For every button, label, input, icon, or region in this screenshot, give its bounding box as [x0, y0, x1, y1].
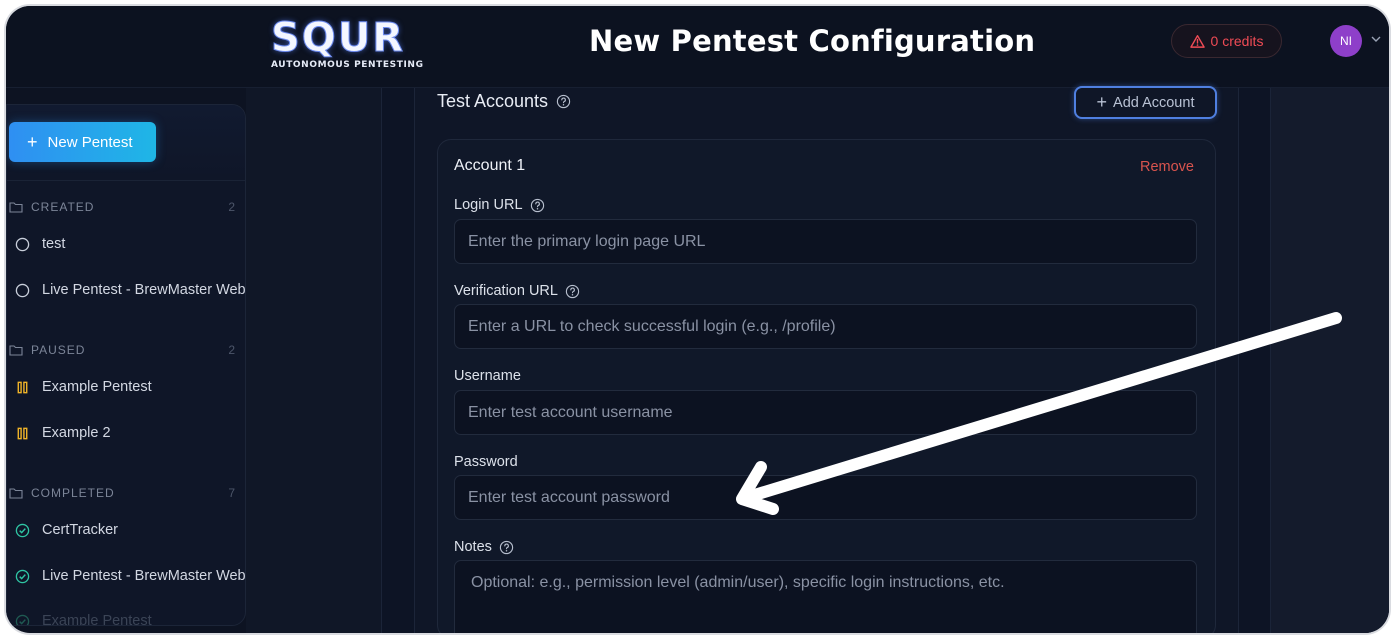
- password-label: Password: [454, 453, 518, 471]
- new-pentest-button[interactable]: + New Pentest: [9, 122, 156, 162]
- pause-icon: [17, 427, 28, 439]
- folder-icon: [9, 202, 23, 213]
- folder-icon: [9, 345, 23, 356]
- group-label: PAUSED: [31, 343, 86, 357]
- credits-badge[interactable]: 0 credits: [1171, 24, 1282, 58]
- sidebar-item-label: Example Pentest: [42, 379, 152, 395]
- chevron-down-icon[interactable]: [1370, 33, 1382, 45]
- group-header-completed[interactable]: COMPLETED 7: [9, 483, 235, 503]
- group-header-paused[interactable]: PAUSED 2: [9, 340, 235, 360]
- sidebar-item-brewmaster-completed[interactable]: Live Pentest - BrewMaster Web: [15, 561, 246, 591]
- add-account-button[interactable]: + Add Account: [1074, 86, 1217, 119]
- account-card: [437, 139, 1216, 633]
- sidebar-item-certtracker[interactable]: CertTracker: [15, 515, 245, 545]
- folder-icon: [9, 488, 23, 499]
- notes-label: Notes: [454, 538, 514, 556]
- user-avatar[interactable]: NI: [1330, 25, 1362, 57]
- help-circle-icon[interactable]: [530, 198, 545, 213]
- group-count: 2: [228, 343, 235, 357]
- field-label-text: Password: [454, 454, 518, 470]
- help-circle-icon[interactable]: [565, 284, 580, 299]
- sidebar-item-brewmaster-created[interactable]: Live Pentest - BrewMaster Web: [15, 275, 246, 305]
- plus-icon: +: [27, 132, 38, 152]
- sidebar-top: + New Pentest: [7, 105, 245, 181]
- field-label-text: Verification URL: [454, 283, 558, 299]
- field-label-text: Login URL: [454, 197, 523, 213]
- top-header: SQUR AUTONOMOUS PENTESTING New Pentest C…: [6, 6, 1389, 88]
- credits-label: 0 credits: [1210, 33, 1264, 49]
- group-header-created[interactable]: CREATED 2: [9, 197, 235, 217]
- circle-icon: [15, 283, 30, 297]
- check-circle-icon: [15, 523, 30, 537]
- remove-account-link[interactable]: Remove: [1140, 159, 1194, 175]
- warning-triangle-icon: [1189, 34, 1205, 48]
- sidebar-item-label: Live Pentest - BrewMaster Web: [42, 282, 246, 298]
- sidebar-item-label: test: [42, 236, 66, 252]
- logo-tagline: AUTONOMOUS PENTESTING: [271, 60, 424, 70]
- notes-textarea[interactable]: [454, 560, 1197, 633]
- help-circle-icon[interactable]: [556, 94, 571, 109]
- group-label: COMPLETED: [31, 486, 115, 500]
- help-circle-icon[interactable]: [499, 540, 514, 555]
- field-label-text: Notes: [454, 539, 492, 555]
- account-title: Account 1: [454, 157, 526, 174]
- sidebar-item-example-2[interactable]: Example 2: [15, 418, 245, 448]
- section-title-label: Test Accounts: [437, 90, 549, 111]
- squr-logo[interactable]: SQUR AUTONOMOUS PENTESTING: [271, 15, 426, 71]
- page-title: New Pentest Configuration: [589, 24, 1036, 58]
- check-circle-icon: [15, 614, 30, 625]
- password-input[interactable]: [454, 475, 1197, 520]
- sidebar-item-label: CertTracker: [42, 522, 118, 538]
- sidebar-item-example-pentest-completed[interactable]: Example Pentest: [15, 606, 245, 626]
- sidebar: + New Pentest CREATED 2 test Live Pentes…: [6, 104, 246, 626]
- verification-url-label: Verification URL: [454, 282, 580, 300]
- pause-icon: [17, 381, 28, 393]
- logo-wordmark: SQUR: [271, 15, 406, 61]
- sidebar-item-label: Example 2: [42, 425, 111, 441]
- plus-icon: +: [1096, 92, 1108, 112]
- sidebar-item-test[interactable]: test: [15, 229, 245, 259]
- group-label: CREATED: [31, 200, 95, 214]
- add-account-label: Add Account: [1113, 94, 1195, 111]
- sidebar-item-label: Live Pentest - BrewMaster Web: [42, 568, 246, 584]
- verification-url-input[interactable]: [454, 304, 1197, 349]
- group-count: 2: [228, 200, 235, 214]
- circle-icon: [15, 237, 30, 251]
- field-label-text: Username: [454, 368, 521, 384]
- login-url-label: Login URL: [454, 196, 545, 214]
- username-label: Username: [454, 367, 521, 385]
- app-window: SQUR AUTONOMOUS PENTESTING New Pentest C…: [6, 6, 1389, 633]
- sidebar-item-example-pentest[interactable]: Example Pentest: [15, 372, 245, 402]
- sidebar-item-label: Example Pentest: [42, 613, 152, 626]
- login-url-input[interactable]: [454, 219, 1197, 264]
- right-gutter: [1271, 88, 1389, 633]
- group-count: 7: [228, 486, 235, 500]
- section-title-test-accounts: Test Accounts: [437, 90, 571, 112]
- check-circle-icon: [15, 569, 30, 583]
- new-pentest-label: New Pentest: [47, 133, 133, 151]
- username-input[interactable]: [454, 390, 1197, 435]
